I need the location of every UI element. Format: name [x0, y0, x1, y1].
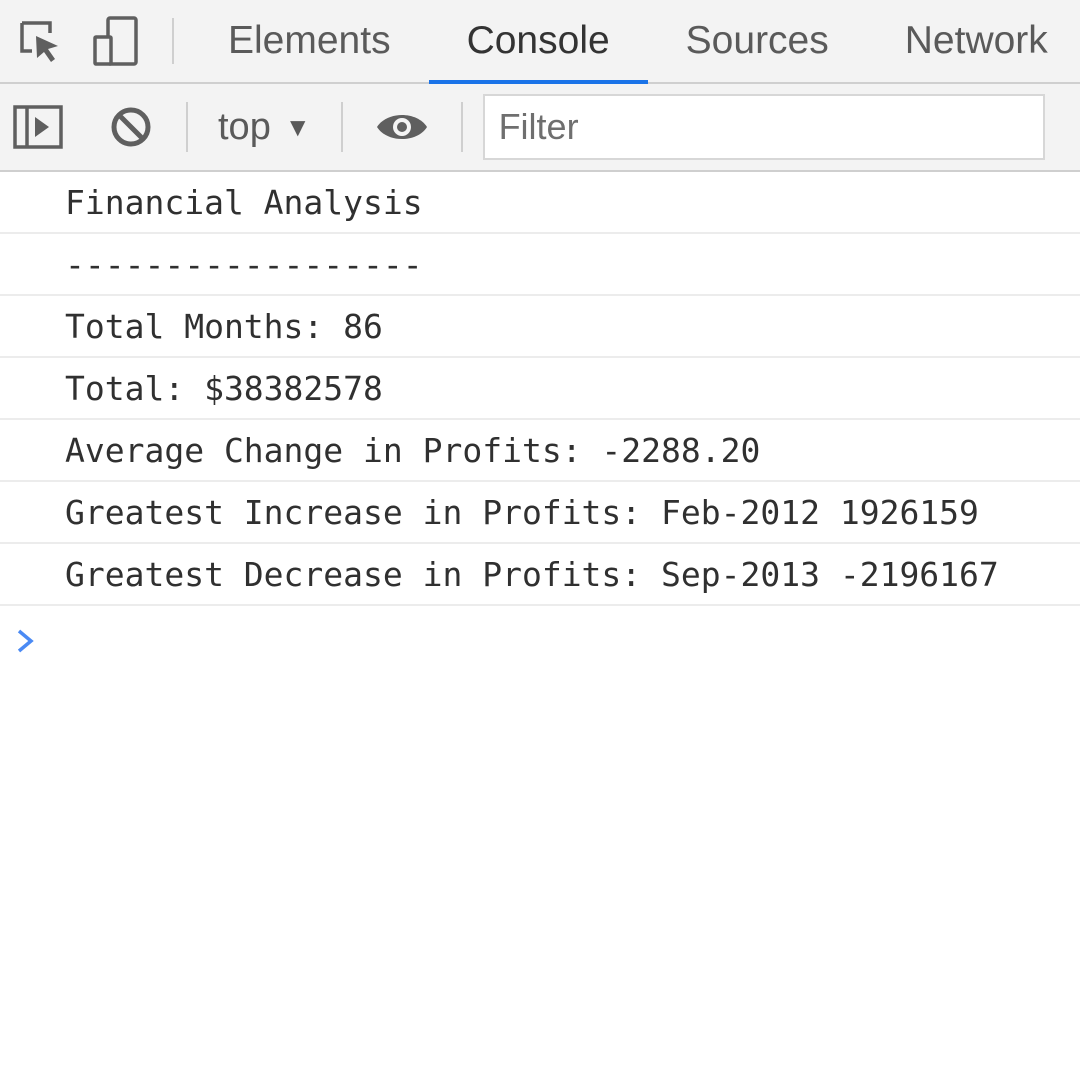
device-toolbar-icon — [93, 16, 138, 66]
console-log-line: Total: $38382578 — [0, 358, 1080, 420]
tab-sources-label: Sources — [685, 19, 829, 62]
console-log-line: Average Change in Profits: -2288.20 — [0, 420, 1080, 482]
console-toolbar: top ▼ — [0, 84, 1080, 172]
console-log-line: Financial Analysis — [0, 172, 1080, 234]
show-sidebar-button[interactable] — [0, 105, 76, 149]
tab-console-label: Console — [466, 19, 610, 62]
tab-bar-separator — [172, 18, 174, 64]
live-expression-icon — [376, 115, 427, 139]
devtools-panel: Elements Console Sources Network top ▼ F… — [0, 0, 1080, 1080]
context-selector-value: top — [218, 105, 271, 148]
clear-console-icon — [111, 107, 151, 147]
tab-network-label: Network — [904, 19, 1048, 62]
context-selector[interactable]: top ▼ — [188, 106, 341, 149]
tab-elements-label: Elements — [228, 19, 391, 62]
create-live-expression-button[interactable] — [343, 109, 461, 145]
console-log-line: ------------------ — [0, 234, 1080, 296]
inspect-element-icon — [20, 21, 58, 62]
console-output: Financial Analysis ------------------ To… — [0, 172, 1080, 676]
sidebar-toggle-icon — [13, 105, 63, 149]
console-log-line: Total Months: 86 — [0, 296, 1080, 358]
caret-down-icon: ▼ — [284, 111, 311, 142]
console-log-line: Greatest Increase in Profits: Feb-2012 1… — [0, 482, 1080, 544]
tab-elements[interactable]: Elements — [190, 0, 429, 82]
tab-network[interactable]: Network — [867, 0, 1080, 82]
tab-sources[interactable]: Sources — [648, 0, 867, 82]
toolbar-separator — [460, 102, 463, 152]
devtools-tab-bar: Elements Console Sources Network — [0, 0, 1080, 84]
inspect-element-button[interactable] — [0, 0, 80, 82]
clear-console-button[interactable] — [76, 105, 186, 149]
tab-console[interactable]: Console — [428, 0, 648, 84]
console-log-line: Greatest Decrease in Profits: Sep-2013 -… — [0, 544, 1080, 606]
console-prompt[interactable] — [0, 606, 1080, 676]
filter-input[interactable] — [482, 94, 1045, 160]
device-toolbar-button[interactable] — [80, 0, 152, 82]
console-prompt-icon — [17, 629, 34, 653]
